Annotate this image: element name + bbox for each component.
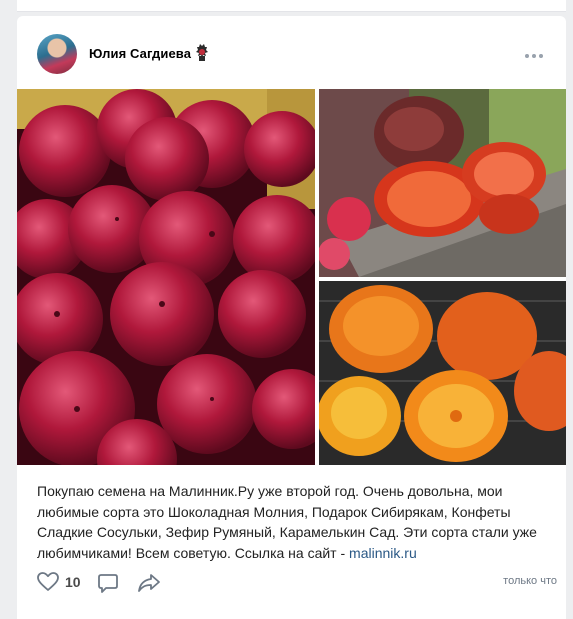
comment-button[interactable] bbox=[97, 572, 119, 594]
author-name[interactable]: Юлия Сагдиева bbox=[89, 46, 191, 61]
verified-badge-icon bbox=[196, 44, 208, 61]
comment-icon bbox=[98, 574, 118, 593]
site-link[interactable]: malinnik.ru bbox=[349, 545, 417, 561]
share-arrow-icon bbox=[138, 574, 160, 592]
photo-orange-tomatoes[interactable] bbox=[319, 281, 566, 465]
post-text: Покупаю семена на Малинник.Ру уже второй… bbox=[37, 481, 547, 563]
post-actions: 10 только что bbox=[37, 572, 557, 596]
more-dots-icon[interactable] bbox=[525, 54, 543, 58]
post-body: Покупаю семена на Малинник.Ру уже второй… bbox=[37, 483, 537, 561]
previous-post-bottom bbox=[17, 0, 566, 12]
photo-sliced-tomato[interactable] bbox=[319, 89, 566, 277]
avatar[interactable] bbox=[37, 34, 77, 74]
like-button[interactable]: 10 bbox=[37, 572, 81, 592]
post-card: Юлия Сагдиева Покупаю семена на Малинник… bbox=[17, 16, 566, 619]
share-button[interactable] bbox=[137, 572, 161, 594]
like-count: 10 bbox=[65, 574, 81, 590]
timestamp[interactable]: только что bbox=[503, 575, 557, 587]
heart-icon bbox=[37, 572, 59, 591]
photo-red-tomatoes[interactable] bbox=[17, 89, 315, 465]
